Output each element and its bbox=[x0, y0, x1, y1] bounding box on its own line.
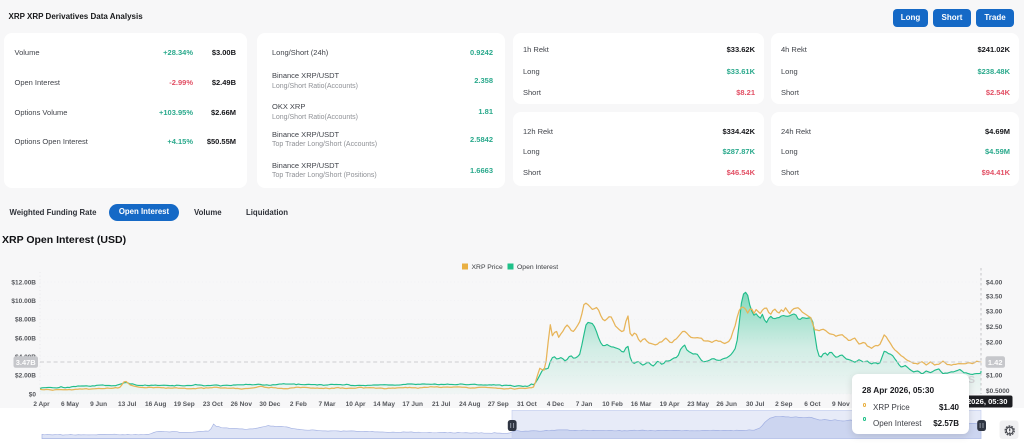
svg-text:$2.50: $2.50 bbox=[986, 324, 1003, 331]
svg-text:$3.00: $3.00 bbox=[986, 309, 1003, 316]
svg-text:2 Feb: 2 Feb bbox=[290, 401, 307, 408]
svg-text:26 Nov: 26 Nov bbox=[231, 401, 253, 408]
svg-text:13 Jul: 13 Jul bbox=[118, 401, 137, 408]
svg-text:$3.50: $3.50 bbox=[986, 293, 1003, 300]
svg-text:23 May: 23 May bbox=[687, 401, 709, 408]
svg-text:23 Oct: 23 Oct bbox=[203, 401, 224, 408]
svg-text:31 Oct: 31 Oct bbox=[517, 401, 538, 408]
svg-text:$12.00B: $12.00B bbox=[11, 279, 36, 286]
svg-text:$0: $0 bbox=[29, 391, 37, 398]
svg-text:24 Aug: 24 Aug bbox=[459, 401, 480, 408]
svg-text:16 Mar: 16 Mar bbox=[631, 401, 652, 408]
svg-text:2 Sep: 2 Sep bbox=[775, 401, 792, 408]
svg-text:$4.00: $4.00 bbox=[986, 279, 1003, 286]
svg-text:17 Jun: 17 Jun bbox=[402, 401, 423, 408]
svg-text:2 Apr: 2 Apr bbox=[33, 401, 50, 408]
svg-text:6 Oct: 6 Oct bbox=[804, 401, 821, 408]
svg-text:9 Jun: 9 Jun bbox=[90, 401, 107, 408]
svg-text:$0.5000: $0.5000 bbox=[986, 388, 1010, 395]
svg-text:26 Jun: 26 Jun bbox=[716, 401, 737, 408]
svg-text:7 Mar: 7 Mar bbox=[319, 401, 336, 408]
svg-text:30 Dec: 30 Dec bbox=[259, 401, 280, 408]
svg-text:6 May: 6 May bbox=[61, 401, 79, 408]
svg-text:9 Nov: 9 Nov bbox=[832, 401, 850, 408]
svg-text:XRP Price: XRP Price bbox=[472, 264, 503, 271]
svg-text:$2.00B: $2.00B bbox=[15, 373, 36, 380]
svg-text:3.47B: 3.47B bbox=[16, 358, 37, 367]
svg-text:16 Aug: 16 Aug bbox=[145, 401, 166, 408]
svg-text:$10.00B: $10.00B bbox=[11, 298, 36, 305]
svg-text:10 Feb: 10 Feb bbox=[602, 401, 623, 408]
svg-text:19 Sep: 19 Sep bbox=[174, 401, 195, 408]
svg-text:10 Apr: 10 Apr bbox=[346, 401, 366, 408]
svg-text:$2.00: $2.00 bbox=[986, 339, 1003, 346]
svg-text:$8.00B: $8.00B bbox=[15, 317, 36, 324]
svg-text:1.42: 1.42 bbox=[988, 358, 1003, 367]
svg-text:7 Jan: 7 Jan bbox=[576, 401, 593, 408]
svg-text:21 Jul: 21 Jul bbox=[432, 401, 451, 408]
svg-text:27 Sep: 27 Sep bbox=[488, 401, 509, 408]
svg-text:30 Jul: 30 Jul bbox=[746, 401, 765, 408]
svg-text:14 May: 14 May bbox=[373, 401, 395, 408]
svg-text:$1.00: $1.00 bbox=[986, 373, 1003, 380]
svg-text:4 Dec: 4 Dec bbox=[547, 401, 565, 408]
svg-text:Open Interest: Open Interest bbox=[517, 264, 558, 271]
svg-text:19 Apr: 19 Apr bbox=[660, 401, 680, 408]
svg-text:$6.00B: $6.00B bbox=[15, 335, 36, 342]
